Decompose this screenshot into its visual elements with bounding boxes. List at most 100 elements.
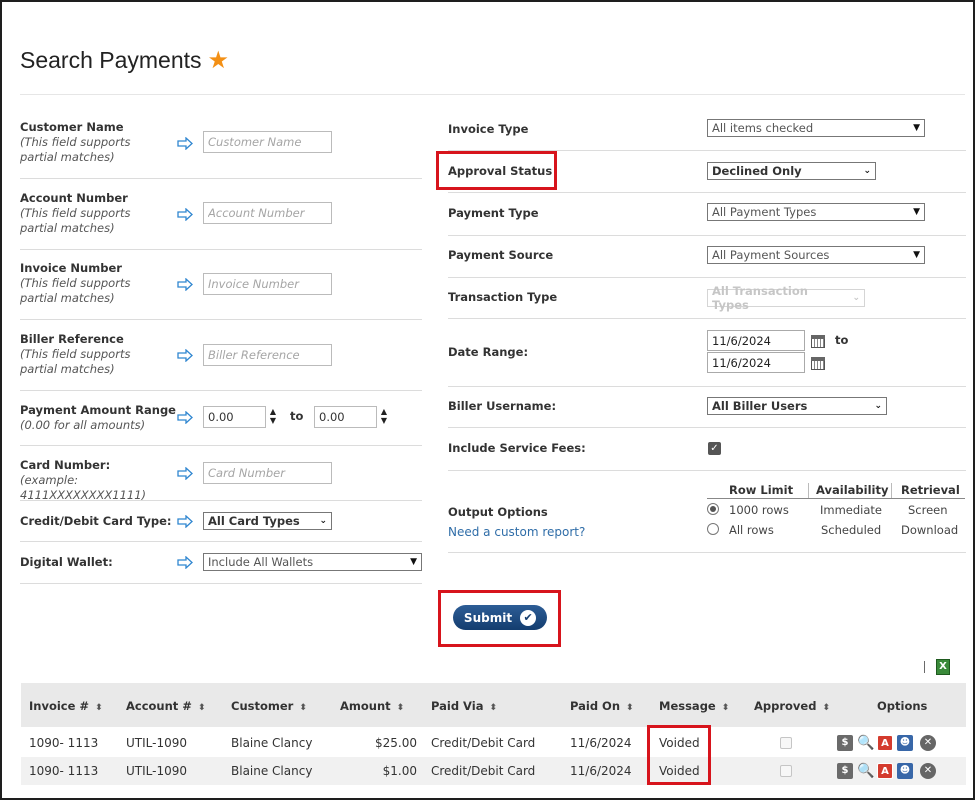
calendar-icon[interactable] <box>811 357 825 370</box>
account-number-input[interactable] <box>203 202 332 224</box>
sort-icon[interactable]: ⬍ <box>198 703 206 713</box>
row-divider <box>20 178 422 179</box>
th-paid-via[interactable]: Paid Via ⬍ <box>431 699 497 713</box>
favorite-star-icon[interactable]: ★ <box>208 47 230 74</box>
sort-icon[interactable]: ⬍ <box>95 703 103 713</box>
user-icon[interactable]: ☻ <box>897 735 913 751</box>
customer-name-input[interactable] <box>203 131 332 153</box>
chevron-down-icon: ▼ <box>913 207 920 217</box>
row-limit-1000-label: 1000 rows <box>729 503 789 517</box>
payment-amount-range-label: Payment Amount Range <box>20 403 176 417</box>
date-to-label: to <box>835 333 849 347</box>
cell-customer: Blaine Clancy <box>231 736 313 750</box>
biller-reference-label: Biller Reference <box>20 332 124 346</box>
row-limit-all-radio[interactable] <box>707 523 719 535</box>
cell-invoice: 1090- 1113 <box>29 764 99 778</box>
amount-to-input[interactable]: 0.00 <box>314 406 377 428</box>
sort-icon[interactable]: ⬍ <box>626 703 634 713</box>
payment-type-select[interactable]: All Payment Types ▼ <box>707 203 925 221</box>
amount-to-stepper[interactable]: ▲ ▼ <box>379 407 389 425</box>
output-header-divider <box>707 498 965 499</box>
close-icon[interactable]: ✕ <box>920 763 936 779</box>
th-approved[interactable]: Approved ⬍ <box>754 699 830 713</box>
th-paid-on[interactable]: Paid On ⬍ <box>570 699 634 713</box>
card-number-input[interactable] <box>203 462 332 484</box>
digital-wallet-select[interactable]: Include All Wallets ▼ <box>203 553 422 571</box>
row-divider <box>448 552 966 553</box>
th-customer[interactable]: Customer ⬍ <box>231 699 307 713</box>
sort-icon[interactable]: ⬍ <box>722 703 730 713</box>
invoice-number-input[interactable] <box>203 273 332 295</box>
invoice-type-select[interactable]: All items checked ▼ <box>707 119 925 137</box>
page-title: Search Payments ★ <box>20 47 230 74</box>
pdf-icon[interactable]: A <box>877 763 893 779</box>
search-icon[interactable]: 🔍 <box>857 735 874 751</box>
pdf-icon[interactable]: A <box>877 735 893 751</box>
output-header-row-limit: Row Limit <box>729 483 794 497</box>
arrow-right-icon <box>177 137 193 150</box>
card-type-select[interactable]: All Card Types ⌄ <box>203 512 332 530</box>
custom-report-link[interactable]: Need a custom report? <box>448 525 585 539</box>
cell-paid-on: 11/6/2024 <box>570 764 632 778</box>
row-limit-all-label: All rows <box>729 523 774 537</box>
row-limit-1000-radio[interactable] <box>707 503 719 515</box>
approved-checkbox <box>780 765 792 777</box>
close-icon[interactable]: ✕ <box>920 735 936 751</box>
th-amount[interactable]: Amount ⬍ <box>340 699 404 713</box>
excel-export-icon[interactable]: X <box>936 659 950 675</box>
digital-wallet-label: Digital Wallet: <box>20 555 113 569</box>
submit-button[interactable]: Submit ✔ <box>453 605 547 630</box>
chevron-down-icon: ⌄ <box>319 516 327 526</box>
cell-amount: $1.00 <box>382 764 417 778</box>
payment-source-select[interactable]: All Payment Sources ▼ <box>707 246 925 264</box>
biller-reference-hint: (This field supports partial matches) <box>20 347 131 376</box>
th-account[interactable]: Account # ⬍ <box>126 699 206 713</box>
th-invoice[interactable]: Invoice # ⬍ <box>29 699 103 713</box>
row-divider <box>448 386 966 387</box>
account-number-label: Account Number <box>20 191 128 205</box>
payment-type-label: Payment Type <box>448 206 539 220</box>
sort-icon[interactable]: ⬍ <box>397 703 405 713</box>
row-divider <box>20 249 422 250</box>
card-number-label: Card Number: <box>20 458 111 472</box>
row-divider <box>20 319 422 320</box>
sort-icon[interactable]: ⬍ <box>299 703 307 713</box>
account-number-hint: (This field supports partial matches) <box>20 206 131 235</box>
transaction-type-label: Transaction Type <box>448 290 558 304</box>
approval-status-select[interactable]: Declined Only ⌄ <box>707 162 876 180</box>
th-message[interactable]: Message ⬍ <box>659 699 729 713</box>
date-to-input[interactable]: 11/6/2024 <box>707 352 805 373</box>
service-fees-checkbox[interactable]: ✓ <box>708 442 721 455</box>
service-fees-label: Include Service Fees: <box>448 441 586 455</box>
sort-icon[interactable]: ⬍ <box>822 703 830 713</box>
biller-reference-input[interactable] <box>203 344 332 366</box>
date-from-input[interactable]: 11/6/2024 <box>707 330 805 351</box>
dollar-icon[interactable]: $ <box>837 763 853 779</box>
dollar-icon[interactable]: $ <box>837 735 853 751</box>
row-divider <box>448 192 966 193</box>
invoice-number-hint: (This field supports partial matches) <box>20 276 131 305</box>
output-col-divider <box>891 483 892 498</box>
customer-name-label: Customer Name <box>20 120 124 134</box>
amount-from-stepper[interactable]: ▲ ▼ <box>268 407 278 425</box>
retrieval-screen: Screen <box>908 503 948 517</box>
biller-username-select[interactable]: All Biller Users ⌄ <box>707 397 887 415</box>
calendar-icon[interactable] <box>811 335 825 348</box>
cell-paid-via: Credit/Debit Card <box>431 764 536 778</box>
arrow-right-icon <box>177 467 193 480</box>
cell-paid-on: 11/6/2024 <box>570 736 632 750</box>
row-divider <box>448 277 966 278</box>
chevron-down-icon: ▼ <box>410 557 417 567</box>
search-icon[interactable]: 🔍 <box>857 763 874 779</box>
user-icon[interactable]: ☻ <box>897 763 913 779</box>
cell-amount: $25.00 <box>375 736 417 750</box>
payment-source-label: Payment Source <box>448 248 554 262</box>
row-divider <box>448 470 966 471</box>
cell-account: UTIL-1090 <box>126 764 187 778</box>
amount-from-input[interactable]: 0.00 <box>203 406 266 428</box>
sort-icon[interactable]: ⬍ <box>489 703 497 713</box>
highlight-message <box>647 725 711 785</box>
row-divider <box>20 541 422 542</box>
invoice-type-label: Invoice Type <box>448 122 529 136</box>
customer-name-hint: (This field supports partial matches) <box>20 135 131 164</box>
